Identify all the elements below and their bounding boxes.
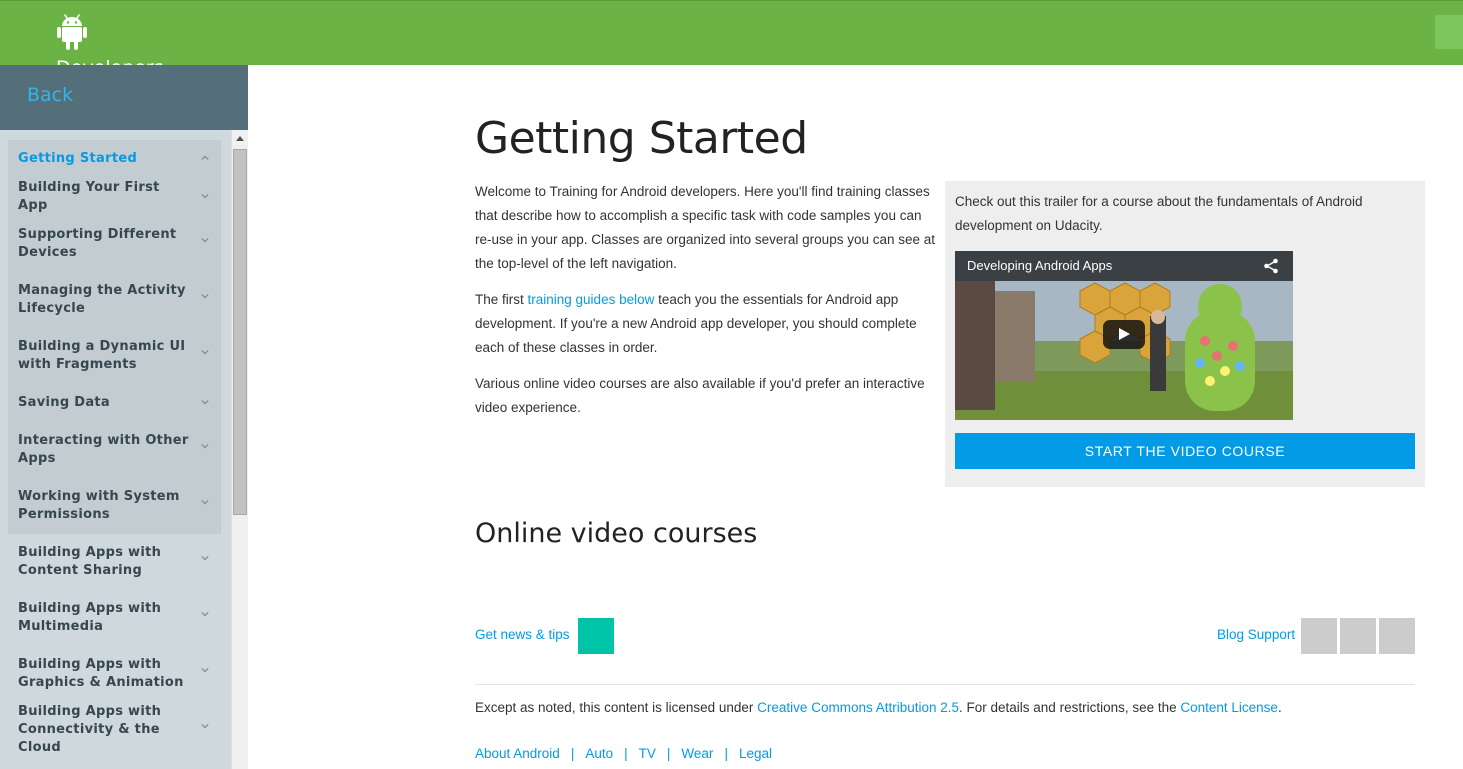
intro-paragraph-3: Various online video courses are also av… (475, 376, 925, 415)
license-text-part: Except as noted, this content is license… (475, 700, 758, 715)
sidebar-item-content-sharing[interactable]: Building Apps with Content Sharing (8, 534, 221, 590)
sidebar-item-permissions[interactable]: Working with System Permissions (8, 478, 221, 534)
callout-text: Check out this trailer for a course abou… (955, 194, 1363, 233)
chevron-down-icon (201, 399, 209, 405)
sidebar-item-getting-started[interactable]: Getting Started (8, 140, 221, 178)
start-video-course-button[interactable]: START THE VIDEO COURSE (955, 433, 1415, 469)
sidebar-item-devices[interactable]: Supporting Different Devices (8, 216, 221, 272)
blog-support-links: Blog Support (1217, 627, 1295, 642)
video-player[interactable]: Developing Android Apps (955, 251, 1293, 420)
sidebar-item-label: Building Your First App (18, 180, 160, 213)
sidebar-item-label: Working with System Permissions (18, 489, 180, 522)
sidebar-item-saving-data[interactable]: Saving Data (8, 384, 221, 422)
sidebar-item-label: Supporting Different Devices (18, 227, 177, 260)
chevron-down-icon (201, 293, 209, 299)
sidebar-item-label: Building Apps with Multimedia (18, 601, 162, 634)
sidebar-item-label: Saving Data (18, 395, 111, 410)
chevron-down-icon (201, 723, 209, 729)
section-title: Online video courses (475, 518, 758, 549)
sidebar-item-fragments[interactable]: Building a Dynamic UI with Fragments (8, 328, 221, 384)
footer-separator: | (624, 746, 628, 761)
footer-separator: | (724, 746, 728, 761)
sidebar-scrollbar[interactable] (231, 130, 248, 769)
license-text: Except as noted, this content is license… (475, 700, 1282, 715)
page-title: Getting Started (475, 113, 808, 164)
license-text-part: . For details and restrictions, see the (959, 700, 1181, 715)
footer-divider (475, 684, 1415, 685)
sidebar-item-label: Building a Dynamic UI with Fragments (18, 339, 186, 372)
chevron-down-icon (201, 349, 209, 355)
chevron-down-icon (201, 667, 209, 673)
sidebar-item-multimedia[interactable]: Building Apps with Multimedia (8, 590, 221, 646)
cc-license-link[interactable]: Creative Commons Attribution 2.5 (757, 700, 959, 715)
nav-group-getting-started: Getting Started Building Your First App … (8, 140, 221, 534)
sidebar-item-graphics[interactable]: Building Apps with Graphics & Animation (8, 646, 221, 702)
chevron-down-icon (201, 237, 209, 243)
sidebar-item-other-apps[interactable]: Interacting with Other Apps (8, 422, 221, 478)
intro-text: Welcome to Training for Android develope… (475, 180, 940, 432)
chevron-down-icon (201, 443, 209, 449)
sidebar-item-label: Building Apps with Connectivity & the Cl… (18, 704, 162, 755)
sidebar-item-label: Building Apps with Content Sharing (18, 545, 162, 578)
sidebar-item-connectivity[interactable]: Building Apps with Connectivity & the Cl… (8, 702, 221, 758)
sidebar-item-label: Getting Started (18, 151, 138, 166)
footer-separator: | (666, 746, 671, 761)
footer-link-about[interactable]: About Android (475, 746, 560, 761)
back-link[interactable]: Back (27, 84, 73, 106)
scrollbar-thumb[interactable] (233, 149, 247, 515)
license-text-part: . (1277, 700, 1282, 715)
chevron-up-icon (201, 155, 209, 161)
footer-link-auto[interactable]: Auto (585, 746, 613, 761)
chevron-down-icon (201, 499, 209, 505)
footer-link-wear[interactable]: Wear (681, 746, 713, 761)
nav-group-apps: Building Apps with Content Sharing Build… (8, 534, 221, 758)
footer-link-legal[interactable]: Legal (739, 746, 772, 761)
android-logo-icon[interactable] (56, 13, 88, 51)
sidebar-item-label: Interacting with Other Apps (18, 433, 189, 466)
sidebar-nav: Getting Started Building Your First App … (0, 130, 248, 769)
chevron-down-icon (201, 193, 209, 199)
top-app-bar: Developers (0, 0, 1463, 79)
intro-paragraph-2: The first training guides below teach yo… (475, 288, 940, 360)
social-button-3[interactable] (1379, 618, 1415, 654)
sidebar-item-first-app[interactable]: Building Your First App (8, 178, 221, 216)
video-callout: Check out this trailer for a course abou… (945, 181, 1425, 487)
sidebar-item-lifecycle[interactable]: Managing the Activity Lifecycle (8, 272, 221, 328)
sidebar-item-label: Managing the Activity Lifecycle (18, 283, 186, 316)
arrow-up-icon (236, 136, 244, 141)
scroll-up-button[interactable] (232, 130, 248, 147)
footer-separator: | (570, 746, 575, 761)
social-button-2[interactable] (1340, 618, 1376, 654)
training-guides-link[interactable]: training guides below (528, 292, 655, 307)
play-button[interactable] (1103, 320, 1145, 349)
support-link[interactable]: Support (1248, 627, 1295, 642)
news-tips-link[interactable]: Get news & tips (475, 627, 570, 642)
footer-link-tv[interactable]: TV (639, 746, 656, 761)
video-title: Developing Android Apps (955, 251, 1293, 281)
blog-link[interactable]: Blog (1217, 627, 1244, 642)
menu-toggle-button[interactable] (1435, 15, 1463, 49)
sidebar-item-label: Building Apps with Graphics & Animation (18, 657, 184, 690)
share-icon[interactable] (1263, 258, 1279, 274)
social-button-1[interactable] (1301, 618, 1337, 654)
chevron-down-icon (201, 611, 209, 617)
newsletter-signup-button[interactable] (578, 618, 614, 654)
chevron-down-icon (201, 555, 209, 561)
intro-text-part: The first (475, 292, 528, 307)
content-license-link[interactable]: Content License (1180, 700, 1278, 715)
footer-links: About Android | Auto | TV | Wear | Legal (475, 746, 772, 761)
intro-paragraph-1: Welcome to Training for Android develope… (475, 184, 936, 271)
